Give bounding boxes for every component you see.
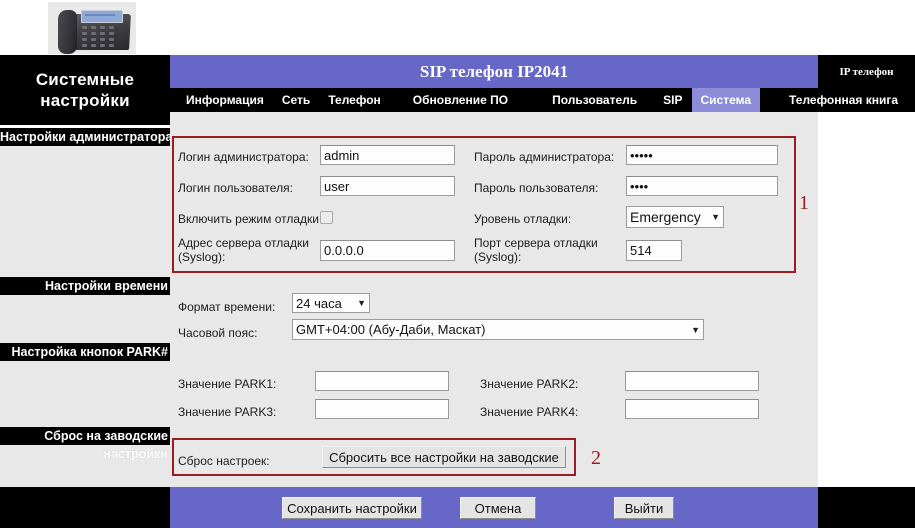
- tab-user[interactable]: Пользователь: [543, 88, 646, 112]
- factory-reset-label: Сброс настроек:: [178, 454, 270, 468]
- syslog-port-label-line1: Порт сервера отладки: [474, 236, 598, 250]
- park1-label: Значение PARK1:: [178, 377, 277, 391]
- cancel-button[interactable]: Отмена: [460, 497, 536, 519]
- debug-level-label: Уровень отладки:: [474, 212, 572, 226]
- sidebar-body-admin: [0, 146, 170, 277]
- tab-phone[interactable]: Телефон: [319, 88, 389, 112]
- timezone-value: GMT+04:00 (Абу-Даби, Маскат): [296, 322, 486, 337]
- ip-phone-photo: [48, 2, 136, 54]
- user-login-label: Логин пользователя:: [178, 181, 293, 195]
- debug-enable-label: Включить режим отладки:: [178, 212, 323, 226]
- admin-login-input[interactable]: [320, 145, 455, 165]
- park3-input[interactable]: [315, 399, 449, 419]
- page-title-line2: настройки: [40, 91, 130, 110]
- time-format-label: Формат времени:: [178, 300, 276, 314]
- syslog-port-input[interactable]: [626, 240, 682, 261]
- debug-level-select[interactable]: Emergency ▼: [626, 206, 724, 228]
- page-title: Системные настройки: [0, 55, 170, 125]
- park2-input[interactable]: [625, 371, 759, 391]
- user-login-input[interactable]: [320, 176, 455, 196]
- section-heading-reset: Сброс на заводские: [0, 427, 170, 445]
- save-settings-button[interactable]: Сохранить настройки: [282, 497, 422, 519]
- exit-button[interactable]: Выйти: [614, 497, 674, 519]
- syslog-address-label-line2: (Syslog):: [178, 250, 226, 264]
- tab-phonebook[interactable]: Телефонная книга: [780, 88, 907, 112]
- factory-reset-button[interactable]: Сбросить все настройки на заводские: [322, 446, 566, 468]
- sidebar-footer-filler: [0, 487, 170, 528]
- tab-system[interactable]: Система: [691, 88, 761, 112]
- syslog-port-label-line2: (Syslog):: [474, 250, 522, 264]
- tab-firmware-update[interactable]: Обновление ПО: [404, 88, 517, 112]
- section-heading-admin: Настройки администратора: [0, 128, 173, 146]
- section-heading-park: Настройка кнопок PARK#: [0, 343, 170, 361]
- park3-label: Значение PARK3:: [178, 405, 277, 419]
- chevron-down-icon: ▼: [711, 212, 720, 222]
- brand-badge: IP телефон: [818, 55, 915, 88]
- section-heading-time: Настройки времени: [0, 277, 170, 295]
- debug-level-value: Emergency: [630, 209, 701, 225]
- sidebar-body-park: [0, 361, 170, 427]
- annotation-number-2: 2: [591, 447, 601, 469]
- sidebar-body-time: [0, 295, 170, 343]
- admin-login-label: Логин администратора:: [178, 150, 309, 164]
- top-photo-strip: [0, 0, 915, 55]
- syslog-address-input[interactable]: [320, 240, 455, 261]
- park4-label: Значение PARK4:: [480, 405, 579, 419]
- chevron-down-icon: ▼: [691, 324, 700, 335]
- app-banner-title: SIP телефон IP2041: [170, 55, 818, 88]
- park2-label: Значение PARK2:: [480, 377, 579, 391]
- user-password-label: Пароль пользователя:: [474, 181, 599, 195]
- park4-input[interactable]: [625, 399, 759, 419]
- phone-keypad-graphic: [82, 26, 120, 48]
- settings-content-panel: Логин администратора: Пароль администрат…: [170, 112, 818, 487]
- admin-password-label: Пароль администратора:: [474, 150, 615, 164]
- time-format-value: 24 часа: [296, 295, 342, 311]
- sidebar-body-reset: [0, 445, 170, 487]
- timezone-label: Часовой пояс:: [178, 326, 258, 340]
- right-footer-filler: [818, 487, 915, 528]
- admin-password-input[interactable]: [626, 145, 778, 165]
- page-title-line1: Системные: [35, 70, 135, 89]
- tab-information[interactable]: Информация: [177, 88, 273, 112]
- tab-network[interactable]: Сеть: [273, 88, 319, 112]
- annotation-number-1: 1: [799, 192, 809, 214]
- timezone-select[interactable]: GMT+04:00 (Абу-Даби, Маскат) ▼: [292, 319, 704, 340]
- tab-sip[interactable]: SIP: [654, 88, 691, 112]
- syslog-address-label-line1: Адрес сервера отладки: [178, 236, 309, 250]
- debug-enable-checkbox[interactable]: [320, 211, 333, 224]
- user-password-input[interactable]: [626, 176, 778, 196]
- main-navigation: Информация Сеть Телефон Обновление ПО По…: [170, 88, 915, 112]
- chevron-down-icon: ▼: [357, 298, 366, 308]
- time-format-select[interactable]: 24 часа ▼: [292, 293, 370, 313]
- footer-button-bar: Сохранить настройки Отмена Выйти: [170, 487, 818, 528]
- park1-input[interactable]: [315, 371, 449, 391]
